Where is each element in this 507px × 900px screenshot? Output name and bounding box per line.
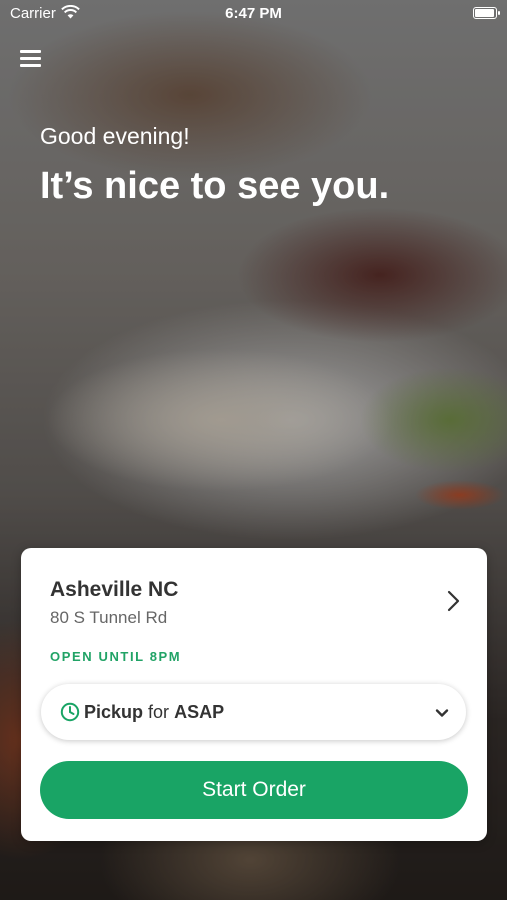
status-bar: Carrier 6:47 PM	[0, 0, 507, 28]
clock-icon	[60, 702, 80, 722]
order-mode-label: Pickup	[84, 702, 144, 722]
menu-line	[20, 64, 41, 67]
location-address[interactable]: 80 S Tunnel Rd	[50, 608, 167, 628]
chevron-down-icon[interactable]	[434, 705, 450, 721]
order-mode-connector: for	[148, 702, 170, 722]
order-mode-text: Pickup for ASAP	[84, 702, 224, 723]
battery-level	[475, 9, 494, 17]
menu-line	[20, 50, 41, 53]
location-name[interactable]: Asheville NC	[50, 578, 178, 602]
order-mode-selector[interactable]: Pickup for ASAP	[41, 684, 466, 740]
greeting-subtitle: Good evening!	[40, 123, 190, 149]
battery-icon	[473, 7, 500, 19]
clock-time: 6:47 PM	[225, 5, 282, 22]
hamburger-menu-icon[interactable]	[20, 49, 41, 67]
greeting-title: It’s nice to see you.	[40, 165, 390, 207]
open-status-label: OPEN UNTIL 8PM	[50, 649, 182, 664]
chevron-right-icon[interactable]	[441, 589, 465, 613]
menu-line	[20, 57, 41, 60]
location-card: Asheville NC 80 S Tunnel Rd OPEN UNTIL 8…	[21, 548, 487, 841]
order-time-label: ASAP	[174, 702, 225, 722]
start-order-button[interactable]: Start Order	[40, 761, 468, 819]
